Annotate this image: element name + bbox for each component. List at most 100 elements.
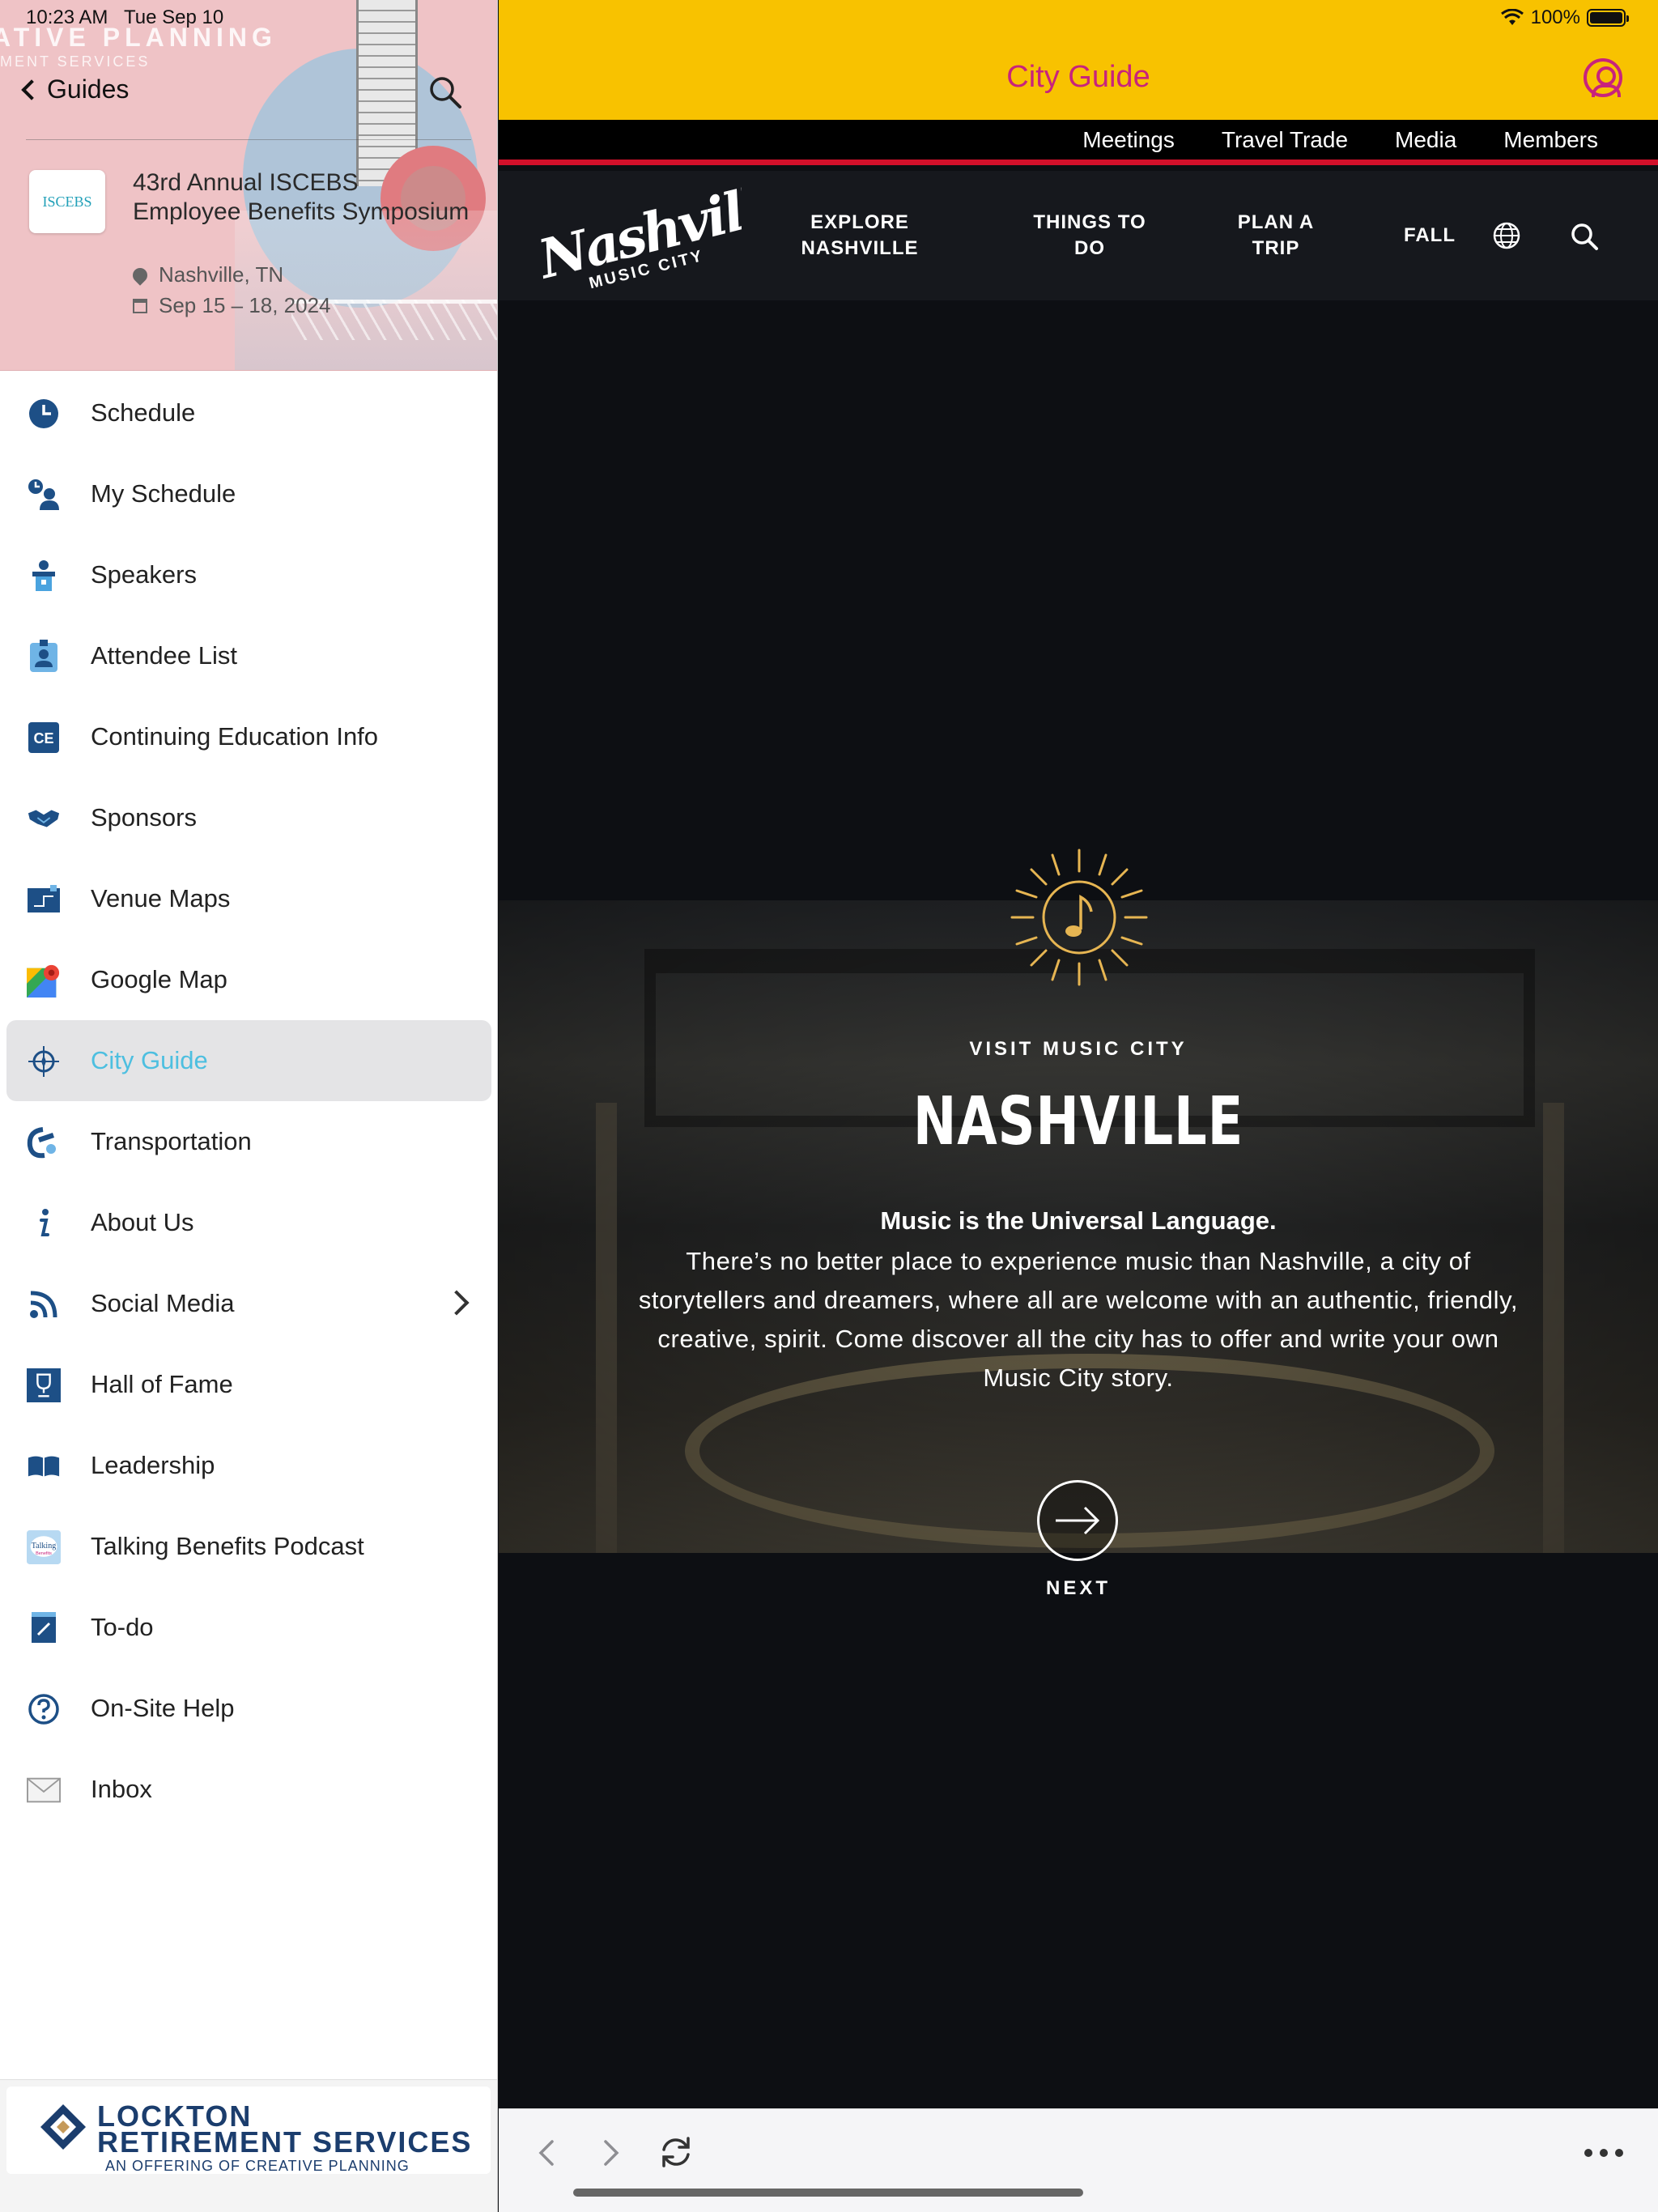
lockton-banner[interactable]: LOCKTON RETIREMENT SERVICES AN OFFERING … [6, 2087, 491, 2174]
compass-icon [27, 1044, 61, 1078]
search-icon[interactable] [427, 74, 463, 110]
nav-link-line: PLAN A [1237, 211, 1315, 233]
nav-link-line: NASHVILLE [801, 237, 919, 259]
sidebar-item-transportation[interactable]: Transportation [0, 1101, 497, 1182]
skyline-art [235, 211, 497, 370]
battery-percent: 100% [1530, 6, 1580, 28]
sidebar-item-social-media[interactable]: Social Media [0, 1263, 497, 1344]
next-label: NEXT [1045, 1577, 1111, 1599]
sidebar-item-venue-maps[interactable]: Venue Maps [0, 858, 497, 939]
badge-icon [27, 640, 61, 674]
hero-title: NASHVILLE [912, 1083, 1244, 1160]
sidebar-item-label: On-Site Help [91, 1694, 235, 1722]
nav-fall[interactable]: FALL [1389, 223, 1470, 249]
location-pin-icon [130, 264, 151, 286]
page-title: City Guide [1006, 60, 1150, 94]
sidebar-item-google-map[interactable]: Google Map [0, 939, 497, 1020]
sidebar-item-label: Leadership [91, 1451, 215, 1479]
event-location-text: Nashville, TN [159, 262, 284, 287]
sidebar-item-attendee-list[interactable]: Attendee List [0, 615, 497, 696]
main-content: City Guide Meetings Travel Trade Media M… [499, 0, 1658, 2212]
sidebar-item-talking-benefits-podcast[interactable]: Talking Benefits Talking Benefits Podcast [0, 1506, 497, 1587]
status-time: 10:23 AM Tue Sep 10 [26, 6, 223, 29]
sidebar-item-on-site-help[interactable]: On-Site Help [0, 1668, 497, 1749]
calendar-icon [133, 298, 147, 313]
floor-map-icon [27, 883, 61, 917]
sidebar-item-my-schedule[interactable]: My Schedule [0, 453, 497, 534]
nashville-logo[interactable]: Nashville MUSIC CITY [531, 185, 742, 291]
back-to-guides-button[interactable]: Guides [21, 74, 130, 104]
sidebar-item-continuing-education[interactable]: CE Continuing Education Info [0, 696, 497, 777]
handshake-icon [27, 802, 61, 836]
sponsor-footer: LOCKTON RETIREMENT SERVICES AN OFFERING … [0, 2079, 497, 2212]
nav-link-line: EXPLORE [810, 211, 909, 233]
lockton-line3: AN OFFERING OF CREATIVE PLANNING [105, 2158, 410, 2174]
nav-link-line: FALL [1404, 224, 1456, 246]
google-map-icon [27, 963, 61, 998]
chevron-left-icon [21, 79, 42, 100]
sidebar-item-to-do[interactable]: To-do [0, 1587, 497, 1668]
app-header: City Guide [499, 0, 1658, 120]
music-note-badge-icon [1010, 849, 1148, 986]
sidebar-item-inbox[interactable]: Inbox [0, 1749, 497, 1830]
globe-icon[interactable] [1492, 221, 1521, 250]
home-indicator[interactable] [573, 2189, 1083, 2197]
event-logo: ISCEBS [29, 170, 105, 233]
utility-nav: Meetings Travel Trade Media Members [499, 120, 1658, 165]
sidebar-item-label: Schedule [91, 398, 196, 427]
chevron-right-icon[interactable] [594, 2137, 627, 2169]
banner-subtext: MENT SERVICES [0, 53, 151, 70]
utility-link-meetings[interactable]: Meetings [1082, 127, 1175, 153]
battery-icon [1587, 9, 1629, 27]
search-icon[interactable] [1569, 221, 1600, 252]
svg-text:Talking: Talking [32, 1542, 57, 1551]
status-time-value: 10:23 AM [26, 6, 108, 28]
sidebar-item-label: Hall of Fame [91, 1370, 233, 1398]
sidebar-item-label: Inbox [91, 1775, 152, 1803]
event-location: Nashville, TN [130, 262, 284, 287]
sidebar: ATIVE PLANNING MENT SERVICES Guides ISCE… [0, 0, 498, 2212]
nav-link-line: THINGS TO [1033, 211, 1146, 233]
sidebar-item-label: To-do [91, 1613, 154, 1641]
help-icon [27, 1692, 61, 1726]
nav-link-line: TRIP [1252, 237, 1300, 259]
sidebar-item-about-us[interactable]: About Us [0, 1182, 497, 1263]
sidebar-item-label: My Schedule [91, 479, 236, 508]
clock-icon [27, 397, 61, 431]
wifi-icon [1500, 9, 1524, 25]
back-label: Guides [47, 74, 130, 104]
event-header: ATIVE PLANNING MENT SERVICES Guides ISCE… [0, 0, 497, 371]
sidebar-item-schedule[interactable]: Schedule [0, 372, 497, 453]
book-icon [27, 1449, 61, 1483]
profile-icon[interactable] [1584, 58, 1622, 97]
sidebar-item-hall-of-fame[interactable]: Hall of Fame [0, 1344, 497, 1425]
next-button[interactable] [1037, 1480, 1118, 1561]
hero-eyebrow: VISIT MUSIC CITY [969, 1038, 1188, 1060]
reload-icon[interactable] [657, 2133, 695, 2171]
svg-text:CE: CE [33, 730, 53, 747]
utility-link-media[interactable]: Media [1395, 127, 1456, 153]
utility-link-travel-trade[interactable]: Travel Trade [1222, 127, 1348, 153]
arrow-right-icon [1056, 1506, 1100, 1535]
nav-explore-nashville[interactable]: EXPLORE NASHVILLE [787, 210, 933, 262]
chevron-left-icon[interactable] [531, 2137, 563, 2169]
sidebar-item-sponsors[interactable]: Sponsors [0, 777, 497, 858]
chevron-right-icon [444, 1290, 470, 1316]
utility-link-members[interactable]: Members [1503, 127, 1598, 153]
sidebar-item-label: Attendee List [91, 641, 237, 670]
sidebar-item-speakers[interactable]: Speakers [0, 534, 497, 615]
more-options-icon[interactable] [1582, 2145, 1626, 2161]
event-logo-text: ISCEBS [42, 193, 92, 210]
nav-plan-a-trip[interactable]: PLAN A TRIP [1227, 210, 1324, 262]
sidebar-item-label: Social Media [91, 1289, 235, 1317]
sidebar-item-leadership[interactable]: Leadership [0, 1425, 497, 1506]
sidebar-item-label: Sponsors [91, 803, 197, 832]
nav-things-to-do[interactable]: THINGS TO DO [1017, 210, 1163, 262]
sidebar-item-city-guide[interactable]: City Guide [6, 1020, 491, 1101]
sidebar-item-label: Google Map [91, 965, 227, 993]
podcast-icon: Talking Benefits [27, 1530, 61, 1564]
event-dates-text: Sep 15 – 18, 2024 [159, 293, 331, 317]
nav-link-line: DO [1074, 237, 1105, 259]
svg-text:Benefits: Benefits [36, 1551, 52, 1556]
sidebar-item-label: Transportation [91, 1127, 252, 1155]
